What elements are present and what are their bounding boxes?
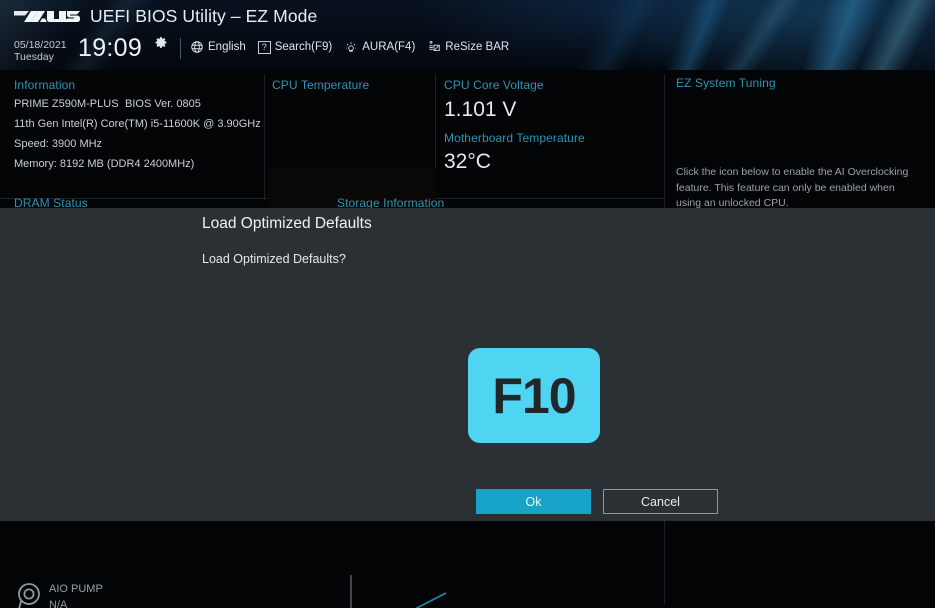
aio-pump-value: N/A: [49, 599, 68, 608]
cpu-model: 11th Gen Intel(R) Core(TM) i5-11600K @ 3…: [14, 118, 261, 130]
pump-icon: [14, 580, 46, 608]
system-date: 05/18/2021 Tuesday: [14, 39, 67, 63]
header-toolbar: English ? Search(F9) AURA(F4) ReSize BAR: [190, 40, 509, 54]
ez-system-tuning-description: Click the icon below to enable the AI Ov…: [676, 166, 909, 209]
aura-label: AURA(F4): [362, 41, 416, 53]
asus-logo: [14, 8, 80, 28]
search-label: Search(F9): [274, 41, 333, 53]
ez-system-tuning-title: EZ System Tuning: [676, 76, 776, 90]
board-model: PRIME Z590M-PLUS: [14, 98, 119, 110]
hotkey-badge-f10: F10: [468, 348, 600, 443]
bios-version: BIOS Ver. 0805: [125, 98, 201, 110]
header-divider: [180, 38, 181, 59]
aura-light-icon: [344, 40, 358, 54]
dialog-title: Load Optimized Defaults: [202, 215, 372, 232]
ok-button[interactable]: Ok: [476, 489, 591, 514]
divider-vertical-1: [264, 74, 265, 200]
hotkey-label: F10: [492, 367, 576, 424]
cpu-core-voltage-title: CPU Core Voltage: [444, 78, 544, 92]
search-button[interactable]: ? Search(F9): [257, 40, 333, 54]
page-title: UEFI BIOS Utility – EZ Mode: [90, 6, 318, 26]
language-label: English: [208, 41, 246, 53]
resize-bar-label: ReSize BAR: [445, 41, 510, 53]
system-clock: 19:09: [78, 34, 143, 62]
qfan-curve-chart[interactable]: [346, 575, 576, 608]
cancel-button[interactable]: Cancel: [603, 489, 718, 514]
motherboard-temperature-title: Motherboard Temperature: [444, 131, 585, 145]
header-bar: UEFI BIOS Utility – EZ Mode 05/18/2021 T…: [0, 0, 935, 70]
cpu-core-voltage-value: 1.101 V: [444, 98, 517, 121]
question-box-icon: ?: [257, 40, 271, 54]
language-selector[interactable]: English: [190, 40, 246, 54]
bios-screen: UEFI BIOS Utility – EZ Mode 05/18/2021 T…: [0, 0, 935, 608]
resize-bar-button[interactable]: ReSize BAR: [427, 40, 509, 54]
gear-icon[interactable]: [155, 36, 168, 49]
memory-info: Memory: 8192 MB (DDR4 2400MHz): [14, 158, 195, 170]
aura-button[interactable]: AURA(F4): [344, 40, 415, 54]
resize-bar-icon: [427, 40, 441, 54]
cpu-temperature-title: CPU Temperature: [272, 78, 370, 92]
date-value: 05/18/2021: [14, 39, 67, 51]
information-title: Information: [14, 78, 76, 92]
dialog-message: Load Optimized Defaults?: [202, 252, 346, 266]
motherboard-temperature-value: 32°C: [444, 150, 491, 173]
globe-icon: [190, 40, 204, 54]
cpu-speed: Speed: 3900 MHz: [14, 138, 103, 150]
aio-pump-label: AIO PUMP: [49, 583, 103, 595]
weekday-value: Tuesday: [14, 50, 54, 63]
